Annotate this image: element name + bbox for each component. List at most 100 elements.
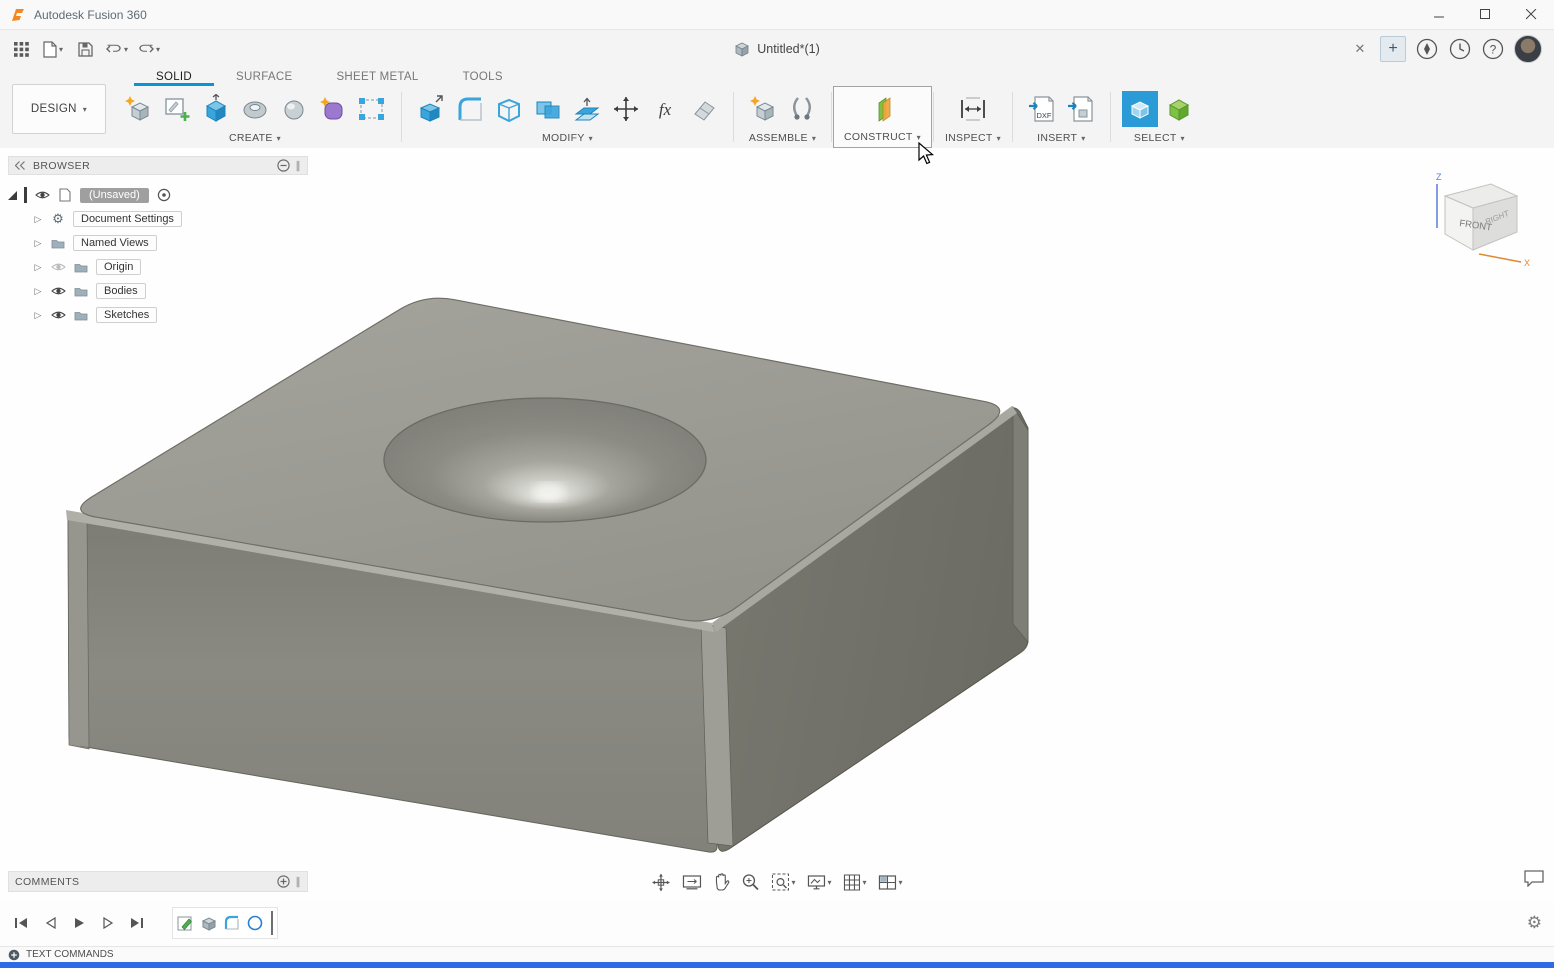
file-menu-button[interactable]: ▾: [38, 34, 68, 64]
browser-row-document-settings[interactable]: ▷ ⚙ Document Settings: [8, 207, 308, 231]
viewcube[interactable]: Z FRONT RIGHT X: [1421, 170, 1536, 275]
comments-panel-header[interactable]: COMMENTS ∥: [8, 871, 308, 892]
expand-arrow-icon[interactable]: ▷: [33, 262, 43, 273]
close-document-button[interactable]: ✕: [1349, 41, 1371, 57]
delete-icon[interactable]: [686, 91, 722, 127]
press-pull-icon[interactable]: [413, 91, 449, 127]
selection-priority-icon[interactable]: [1161, 91, 1197, 127]
offset-face-icon[interactable]: [569, 91, 605, 127]
save-button[interactable]: [70, 34, 100, 64]
visibility-eye-icon[interactable]: [50, 286, 66, 296]
sweep-icon[interactable]: [276, 91, 312, 127]
modify-dropdown[interactable]: MODIFY ▾: [542, 132, 593, 144]
timeline-step-back-button[interactable]: [39, 912, 61, 934]
app-grid-menu-button[interactable]: [6, 34, 36, 64]
timeline-sketch-feature[interactable]: [176, 913, 196, 933]
extensions-button[interactable]: [1415, 37, 1439, 61]
timeline-play-button[interactable]: [68, 912, 90, 934]
text-commands-label[interactable]: TEXT COMMANDS: [26, 949, 114, 960]
pattern-icon[interactable]: [354, 91, 390, 127]
expand-arrow-icon[interactable]: ▷: [33, 310, 43, 321]
avatar[interactable]: [1514, 35, 1542, 63]
timeline-skip-start-button[interactable]: [10, 912, 32, 934]
viewport-canvas[interactable]: BROWSER ∥ (Unsaved) ▷ ⚙ Document Setting…: [0, 148, 1554, 900]
close-button[interactable]: [1508, 0, 1554, 29]
tab-surface[interactable]: SURFACE: [214, 68, 314, 86]
document-root-name[interactable]: (Unsaved): [80, 187, 149, 203]
browser-root-row[interactable]: (Unsaved): [8, 183, 308, 207]
parameters-icon[interactable]: fx: [647, 91, 683, 127]
construct-plane-icon[interactable]: [864, 92, 900, 128]
document-tab[interactable]: Untitled*(1): [757, 42, 820, 56]
assemble-dropdown[interactable]: ASSEMBLE ▾: [749, 132, 816, 144]
select-dropdown[interactable]: SELECT ▾: [1134, 132, 1185, 144]
browser-item-label[interactable]: Origin: [96, 259, 142, 275]
timeline-skip-end-button[interactable]: [126, 912, 148, 934]
display-settings-button[interactable]: ▾: [803, 870, 835, 894]
browser-row-sketches[interactable]: ▷ Sketches: [8, 303, 308, 327]
visibility-eye-icon[interactable]: [50, 310, 66, 320]
browser-header[interactable]: BROWSER ∥: [8, 156, 308, 175]
panel-grip-icon[interactable]: ∥: [295, 876, 301, 888]
job-status-button[interactable]: [1448, 37, 1472, 61]
move-copy-icon[interactable]: [608, 91, 644, 127]
timeline-position-marker[interactable]: [270, 911, 274, 935]
collapse-all-icon[interactable]: [277, 159, 290, 172]
browser-row-origin[interactable]: ▷ Origin: [8, 255, 308, 279]
new-component-icon[interactable]: [120, 91, 156, 127]
tab-tools[interactable]: TOOLS: [441, 68, 525, 86]
tab-sheet-metal[interactable]: SHEET METAL: [314, 68, 440, 86]
zoom-button[interactable]: [737, 870, 763, 894]
grid-snaps-button[interactable]: ▾: [840, 870, 871, 894]
browser-item-label[interactable]: Bodies: [96, 283, 146, 299]
expand-arrow-icon[interactable]: ▷: [33, 238, 43, 249]
create-dropdown[interactable]: CREATE ▾: [229, 132, 281, 144]
help-button[interactable]: ?: [1481, 37, 1505, 61]
construct-dropdown[interactable]: CONSTRUCT ▾: [844, 131, 921, 143]
tab-solid[interactable]: SOLID: [134, 68, 214, 86]
look-at-button[interactable]: [678, 870, 705, 894]
joint-icon[interactable]: [784, 91, 820, 127]
select-tool-icon[interactable]: [1121, 91, 1158, 127]
create-sketch-icon[interactable]: [159, 91, 195, 127]
orbit-button[interactable]: [647, 870, 674, 894]
insert-dropdown[interactable]: INSERT ▾: [1037, 132, 1085, 144]
fillet-icon[interactable]: [452, 91, 488, 127]
extrude-icon[interactable]: [198, 91, 234, 127]
browser-row-bodies[interactable]: ▷ Bodies: [8, 279, 308, 303]
panel-grip-icon[interactable]: ∥: [295, 160, 301, 172]
maximize-button[interactable]: [1462, 0, 1508, 29]
text-commands-icon[interactable]: [8, 949, 20, 961]
undo-button[interactable]: ▾: [102, 34, 132, 64]
minimize-button[interactable]: [1416, 0, 1462, 29]
browser-item-label[interactable]: Named Views: [73, 235, 157, 251]
assemble-component-icon[interactable]: [745, 91, 781, 127]
browser-item-label[interactable]: Sketches: [96, 307, 158, 323]
pan-button[interactable]: [709, 870, 733, 894]
new-document-tab-button[interactable]: +: [1380, 36, 1406, 62]
comment-bubble-button[interactable]: [1524, 870, 1544, 892]
fit-button[interactable]: ▾: [767, 870, 799, 894]
expand-arrow-icon[interactable]: ▷: [33, 214, 43, 225]
browser-item-label[interactable]: Document Settings: [73, 211, 182, 227]
redo-button[interactable]: ▾: [134, 34, 164, 64]
expand-comments-icon[interactable]: [277, 875, 290, 888]
root-expand-icon[interactable]: [8, 190, 17, 200]
viewports-button[interactable]: ▾: [875, 870, 907, 894]
timeline-step-forward-button[interactable]: [97, 912, 119, 934]
insert-dxf-icon[interactable]: DXF: [1024, 91, 1060, 127]
visibility-eye-off-icon[interactable]: [50, 262, 66, 272]
create-form-icon[interactable]: [315, 91, 351, 127]
shell-icon[interactable]: [491, 91, 527, 127]
browser-row-named-views[interactable]: ▷ Named Views: [8, 231, 308, 255]
measure-icon[interactable]: [955, 91, 991, 127]
timeline-extrude-feature[interactable]: [199, 913, 219, 933]
timeline-sketch-circle-feature[interactable]: [245, 913, 265, 933]
workspace-selector[interactable]: DESIGN ▾: [12, 84, 106, 134]
combine-icon[interactable]: [530, 91, 566, 127]
visibility-eye-icon[interactable]: [34, 190, 50, 200]
timeline-settings-gear-icon[interactable]: ⚙: [1527, 913, 1542, 933]
expand-arrow-icon[interactable]: ▷: [33, 286, 43, 297]
revolve-icon[interactable]: [237, 91, 273, 127]
activate-component-icon[interactable]: [156, 188, 172, 202]
